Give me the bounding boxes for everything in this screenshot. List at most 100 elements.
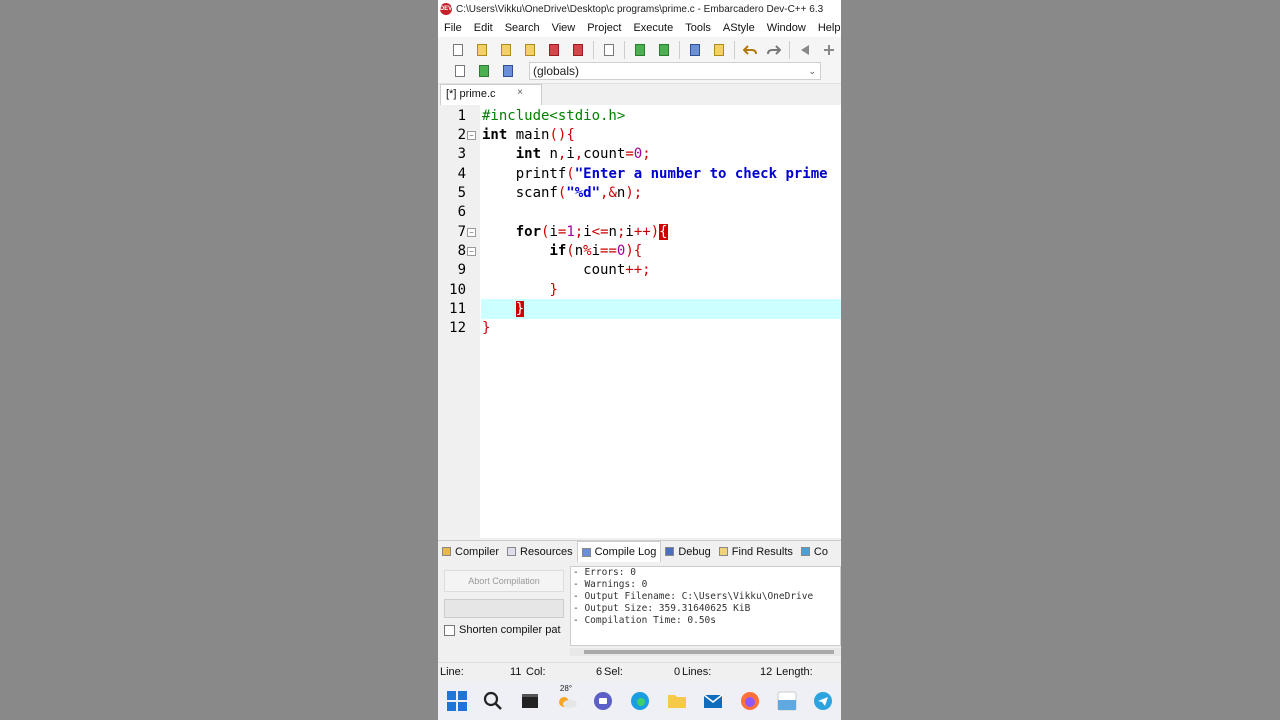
line-number: 6 [457, 204, 466, 220]
amazon-icon[interactable] [774, 688, 800, 714]
toolbar-divider [593, 40, 594, 59]
menu-bar: File Edit Search View Project Execute To… [438, 18, 841, 37]
status-bar: Line: 11 Col: 6 Sel: 0 Lines: 12 Length: [438, 662, 841, 682]
menu-view[interactable]: View [546, 22, 582, 34]
code-line: #include<stdio.h> [482, 108, 626, 124]
log-line: - Output Size: 359.31640625 KiB [573, 603, 751, 614]
redo-icon[interactable] [765, 41, 783, 59]
code-line: for(i=1;i<=n;i++){ [515, 224, 668, 240]
search-icon[interactable] [481, 688, 507, 714]
tab-compiler[interactable]: Compiler [438, 541, 503, 563]
log-line: - Output Filename: C:\Users\Vikku\OneDri… [573, 591, 814, 602]
toolbar-divider [679, 40, 680, 59]
checkbox-icon[interactable] [444, 624, 455, 636]
status-col-value: 6 [596, 666, 603, 678]
shorten-paths-label: Shorten compiler pat [459, 624, 561, 636]
menu-execute[interactable]: Execute [627, 22, 679, 34]
line-number: 8 [457, 243, 466, 259]
status-length-label: Length: [776, 666, 813, 678]
menu-window[interactable]: Window [761, 22, 812, 34]
console-icon [800, 547, 810, 556]
menu-project[interactable]: Project [581, 22, 627, 34]
resources-icon [507, 547, 517, 556]
class-browser-icon[interactable] [451, 62, 469, 80]
tab-label: Compile Log [594, 546, 657, 558]
abort-compilation-button[interactable]: Abort Compilation [444, 570, 564, 592]
print-icon[interactable] [600, 41, 618, 59]
find-icon[interactable] [631, 41, 649, 59]
title-bar: DEV C:\Users\Vikku\OneDrive\Desktop\c pr… [438, 0, 841, 18]
tab-compile-log[interactable]: Compile Log [576, 540, 662, 563]
menu-file[interactable]: File [438, 22, 468, 34]
tab-resources[interactable]: Resources [503, 541, 577, 563]
code-line: } [549, 282, 558, 298]
line-number: 1 [457, 108, 466, 124]
status-line-value: 11 [510, 666, 522, 678]
tab-debug[interactable]: Debug [661, 541, 714, 563]
tab-find-results[interactable]: Find Results [715, 541, 797, 563]
firefox-icon[interactable] [737, 688, 763, 714]
tab-label: Find Results [731, 545, 793, 558]
new-file-icon[interactable] [449, 41, 467, 59]
horizontal-scrollbar[interactable] [570, 648, 841, 656]
save-icon[interactable] [497, 41, 515, 59]
fold-toggle-icon[interactable]: − [467, 247, 476, 256]
compile-log-output[interactable]: - Errors: 0 - Warnings: 0 - Output Filen… [570, 566, 841, 646]
status-col-label: Col: [526, 666, 546, 678]
bookmark-icon[interactable] [499, 62, 517, 80]
windows-start-icon[interactable] [444, 688, 470, 714]
shorten-paths-checkbox[interactable]: Shorten compiler pat [444, 624, 561, 636]
teams-icon[interactable] [591, 688, 617, 714]
scrollbar-thumb[interactable] [584, 650, 834, 654]
menu-tools[interactable]: Tools [679, 22, 717, 34]
file-explorer-icon[interactable] [664, 688, 690, 714]
debug-icon [665, 547, 675, 556]
terminal-icon[interactable] [517, 688, 543, 714]
tab-label: [*] prime.c [446, 88, 496, 100]
scope-dropdown-value: (globals) [533, 64, 580, 78]
code-line: scanf("%d",&n); [482, 185, 643, 201]
compile-progress-bar [444, 599, 564, 618]
unindent-icon[interactable] [710, 41, 728, 59]
current-line-highlight [481, 299, 841, 319]
close-all-icon[interactable] [569, 41, 587, 59]
open-file-icon[interactable] [473, 41, 491, 59]
code-editor[interactable]: 1 2 3 4 5 6 7 8 9 10 11 12 − − − #includ… [438, 105, 841, 538]
telegram-icon[interactable] [810, 688, 836, 714]
status-lines-value: 12 [760, 666, 773, 678]
weather-icon[interactable]: 28° [554, 684, 580, 714]
indent-icon[interactable] [686, 41, 704, 59]
tab-label: Debug [678, 545, 711, 558]
scope-dropdown[interactable]: (globals) ⌄ [529, 62, 821, 80]
close-icon[interactable]: × [517, 83, 523, 102]
line-number: 7 [457, 224, 466, 240]
status-sel-label: Sel: [604, 666, 623, 678]
replace-icon[interactable] [655, 41, 673, 59]
chevron-down-icon: ⌄ [808, 66, 816, 76]
toolbar-divider [734, 40, 735, 59]
undo-icon[interactable] [741, 41, 759, 59]
edge-icon[interactable] [627, 688, 653, 714]
tab-prime-c[interactable]: [*] prime.c × [440, 84, 542, 105]
menu-astyle[interactable]: AStyle [717, 22, 761, 34]
code-line: count++; [482, 262, 651, 278]
fold-toggle-icon[interactable]: − [467, 131, 476, 140]
tab-console[interactable]: Co [797, 541, 832, 563]
window-title: C:\Users\Vikku\OneDrive\Desktop\c progra… [456, 3, 824, 15]
back-icon[interactable] [796, 41, 814, 59]
fold-toggle-icon[interactable]: − [467, 228, 476, 237]
save-all-icon[interactable] [521, 41, 539, 59]
code-line: if(n%i==0){ [549, 243, 643, 259]
close-file-icon[interactable] [545, 41, 563, 59]
secondary-toolbar: (globals) ⌄ [438, 59, 841, 84]
menu-edit[interactable]: Edit [468, 22, 499, 34]
goto-icon[interactable] [475, 62, 493, 80]
add-icon[interactable] [820, 41, 838, 59]
toolbar-divider [789, 40, 790, 59]
mail-icon[interactable] [700, 688, 726, 714]
menu-search[interactable]: Search [499, 22, 546, 34]
line-number: 4 [457, 166, 466, 182]
line-number: 11 [449, 301, 466, 317]
menu-help[interactable]: Help [812, 22, 841, 34]
bottom-panel-tabs: Compiler Resources Compile Log Debug Fin… [438, 540, 841, 563]
